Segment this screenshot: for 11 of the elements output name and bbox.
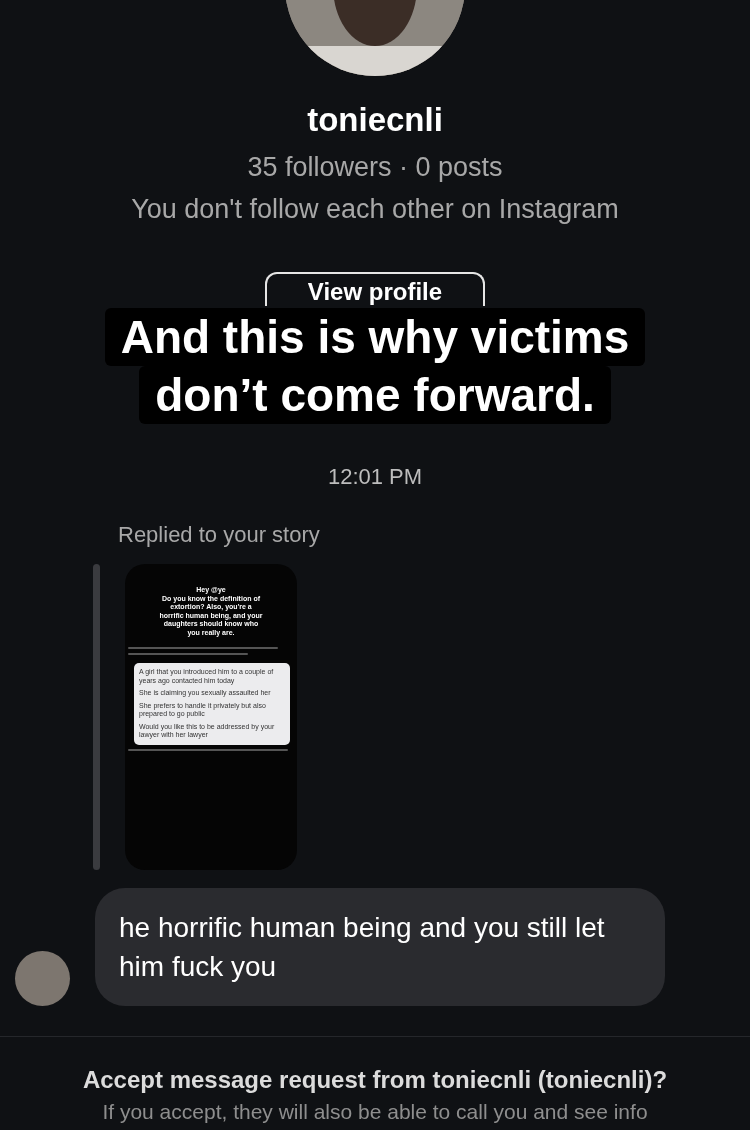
view-profile-button[interactable]: View profile [265, 272, 485, 306]
follower-stats: 35 followers · 0 posts [247, 151, 503, 184]
message-bubble: he horrific human being and you still let him fuck you [95, 888, 665, 1006]
request-text: If you accept, they will also be able to call you and see info [102, 1099, 648, 1125]
request-title: Accept message request from toniecnli (toniecnli)? [82, 1065, 668, 1095]
reply-label: Replied to your story [118, 521, 321, 549]
sender-avatar [15, 951, 70, 1006]
username: toniecnli [307, 100, 443, 140]
story-thumbnail[interactable] [125, 564, 297, 870]
timestamp: 12:01 PM [327, 463, 423, 491]
relation-text: You don't follow each other on Instagram [131, 193, 619, 226]
